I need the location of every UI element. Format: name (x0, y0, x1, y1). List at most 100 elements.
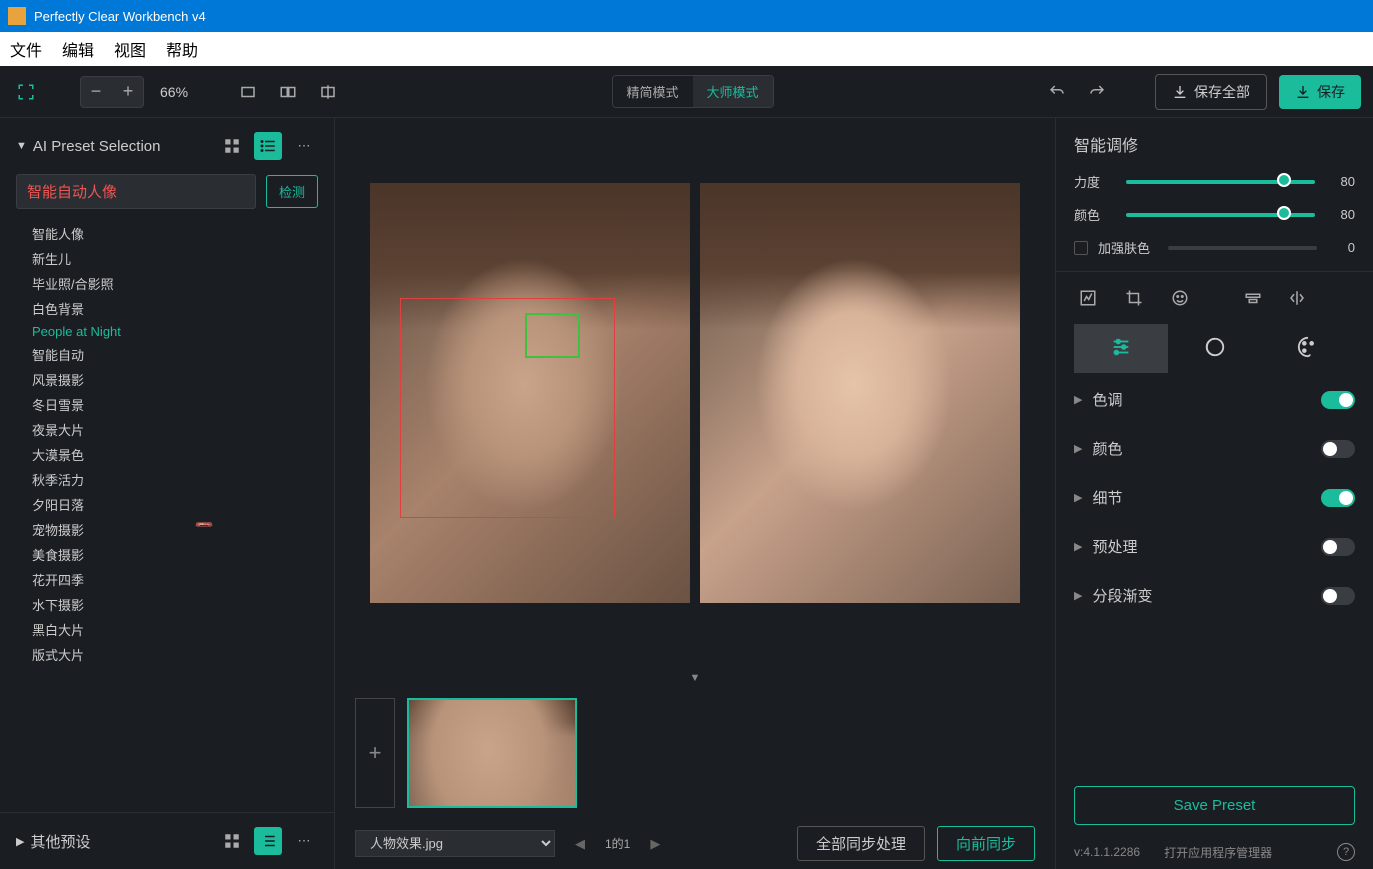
accordion-item[interactable]: ▶ 颜色 (1056, 424, 1373, 473)
preset-item[interactable]: 大漠景色 (32, 442, 318, 467)
preset-item[interactable]: 智能自动 (32, 342, 318, 367)
save-button[interactable]: 保存 (1279, 75, 1361, 109)
slider[interactable] (1126, 213, 1315, 217)
preset-item[interactable]: 新生儿 (32, 246, 318, 271)
next-page-icon[interactable]: ▶ (650, 836, 660, 852)
face-icon[interactable] (1166, 284, 1194, 312)
tab-color[interactable] (1261, 324, 1355, 373)
preset-list: 智能人像新生儿毕业照/合影照白色背景People at Night智能自动风景摄… (0, 221, 334, 812)
other-presets-title[interactable]: ▶ 其他预设 (16, 831, 90, 852)
detect-button[interactable]: 检测 (266, 175, 318, 208)
preset-item[interactable]: 夜景大片 (32, 417, 318, 442)
open-manager-link[interactable]: 打开应用程序管理器 (1164, 844, 1272, 861)
histogram-icon[interactable] (1074, 284, 1102, 312)
toggle-switch[interactable] (1321, 538, 1355, 556)
sync-all-button[interactable]: 全部同步处理 (797, 826, 925, 861)
split-view-icon[interactable] (274, 78, 302, 106)
zoom-out-button[interactable]: − (83, 79, 109, 105)
mode-simple[interactable]: 精简模式 (613, 76, 693, 107)
fit-screen-icon[interactable] (12, 78, 40, 106)
accordion-label: 细节 (1092, 487, 1321, 508)
mode-switch: 精简模式 大师模式 (612, 75, 774, 108)
list-view-icon[interactable] (254, 132, 282, 160)
accordion-item[interactable]: ▶ 分段渐变 (1056, 571, 1373, 620)
toggle-switch[interactable] (1321, 489, 1355, 507)
preset-item[interactable]: People at Night (32, 321, 318, 342)
titlebar: Perfectly Clear Workbench v4 (0, 0, 1373, 32)
slider[interactable] (1126, 180, 1315, 184)
preset-item[interactable]: 花开四季 (32, 567, 318, 592)
preset-item[interactable]: 黑白大片 (32, 617, 318, 642)
right-panel: 智能调修 力度 80颜色 80 加强肤色 0 (1055, 118, 1373, 869)
menu-view[interactable]: 视图 (114, 37, 146, 61)
app-icon (8, 7, 26, 25)
tab-adjust[interactable] (1074, 324, 1168, 373)
single-view-icon[interactable] (234, 78, 262, 106)
smart-adjust-title: 智能调修 (1074, 132, 1355, 156)
menu-edit[interactable]: 编辑 (62, 37, 94, 61)
redo-icon[interactable] (1083, 78, 1111, 106)
footer: v:4.1.1.2286 打开应用程序管理器 ? (1056, 835, 1373, 869)
save-all-button[interactable]: 保存全部 (1155, 74, 1267, 110)
preset-item[interactable]: 版式大片 (32, 642, 318, 667)
add-image-button[interactable]: + (355, 698, 395, 808)
preset-panel-title: ▼ AI Preset Selection (16, 138, 160, 155)
chevron-right-icon: ▶ (1074, 393, 1082, 406)
aspect-icon[interactable] (1239, 284, 1267, 312)
mode-master[interactable]: 大师模式 (693, 76, 773, 107)
slider-label: 颜色 (1074, 205, 1114, 224)
preset-item[interactable]: 毕业照/合影照 (32, 271, 318, 296)
toggle-switch[interactable] (1321, 440, 1355, 458)
undo-icon[interactable] (1043, 78, 1071, 106)
enhance-skin-slider[interactable] (1168, 246, 1317, 250)
before-image[interactable] (370, 183, 690, 603)
menu-help[interactable]: 帮助 (166, 37, 198, 61)
toggle-switch[interactable] (1321, 391, 1355, 409)
accordion-item[interactable]: ▶ 色调 (1056, 375, 1373, 424)
crop-icon[interactable] (1120, 284, 1148, 312)
toggle-switch[interactable] (1321, 587, 1355, 605)
sync-current-button[interactable]: 向前同步 (937, 826, 1035, 861)
after-image[interactable] (700, 183, 1020, 603)
chevron-right-icon: ▶ (1074, 589, 1082, 602)
accordion-label: 颜色 (1092, 438, 1321, 459)
preset-dropdown[interactable]: 智能自动人像 (16, 174, 256, 209)
collapse-filmstrip-icon[interactable]: ▼ (335, 668, 1055, 688)
accordion-item[interactable]: ▶ 预处理 (1056, 522, 1373, 571)
filename-dropdown[interactable]: 人物效果.jpg (355, 830, 555, 857)
zoom-in-button[interactable]: + (115, 79, 141, 105)
save-preset-button[interactable]: Save Preset (1074, 786, 1355, 825)
preset-item[interactable]: 夕阳日落 (32, 492, 318, 517)
accordion-item[interactable]: ▶ 细节 (1056, 473, 1373, 522)
prev-page-icon[interactable]: ◀ (575, 836, 585, 852)
more-icon[interactable]: ⋯ (290, 132, 318, 160)
center-panel: ▼ + 人物效果.jpg ◀ 1的1 ▶ 全部同步处理 向前同步 (335, 118, 1055, 869)
preset-item[interactable]: 白色背景 (32, 296, 318, 321)
menu-file[interactable]: 文件 (10, 37, 42, 61)
rotate-icon[interactable] (1327, 284, 1355, 312)
preset-item[interactable]: 美食摄影 (32, 542, 318, 567)
preset-item[interactable]: 秋季活力 (32, 467, 318, 492)
enhance-skin-checkbox[interactable] (1074, 241, 1088, 255)
compare-view-icon[interactable] (314, 78, 342, 106)
menubar: 文件 编辑 视图 帮助 (0, 32, 1373, 66)
list-view-icon-2[interactable] (254, 827, 282, 855)
preset-item[interactable]: 智能人像 (32, 221, 318, 246)
preset-item[interactable]: 宠物摄影 (32, 517, 318, 542)
slider-value: 80 (1327, 207, 1355, 222)
grid-view-icon[interactable] (218, 132, 246, 160)
accordion-label: 预处理 (1092, 536, 1321, 557)
tab-effects[interactable] (1168, 324, 1262, 373)
preset-item[interactable]: 水下摄影 (32, 592, 318, 617)
filmstrip: + (335, 688, 1055, 818)
mirror-icon[interactable] (1283, 284, 1311, 312)
preset-item[interactable]: 风景摄影 (32, 367, 318, 392)
accordion: ▶ 色调 ▶ 颜色 ▶ 细节 ▶ 预处理 ▶ 分段渐变 (1056, 373, 1373, 776)
thumbnail[interactable] (407, 698, 577, 808)
tool-icons (1056, 271, 1373, 324)
preset-item[interactable]: 冬日雪景 (32, 392, 318, 417)
grid-view-icon-2[interactable] (218, 827, 246, 855)
help-icon[interactable]: ? (1337, 843, 1355, 861)
more-icon-2[interactable]: ⋯ (290, 827, 318, 855)
chevron-right-icon: ▶ (1074, 442, 1082, 455)
